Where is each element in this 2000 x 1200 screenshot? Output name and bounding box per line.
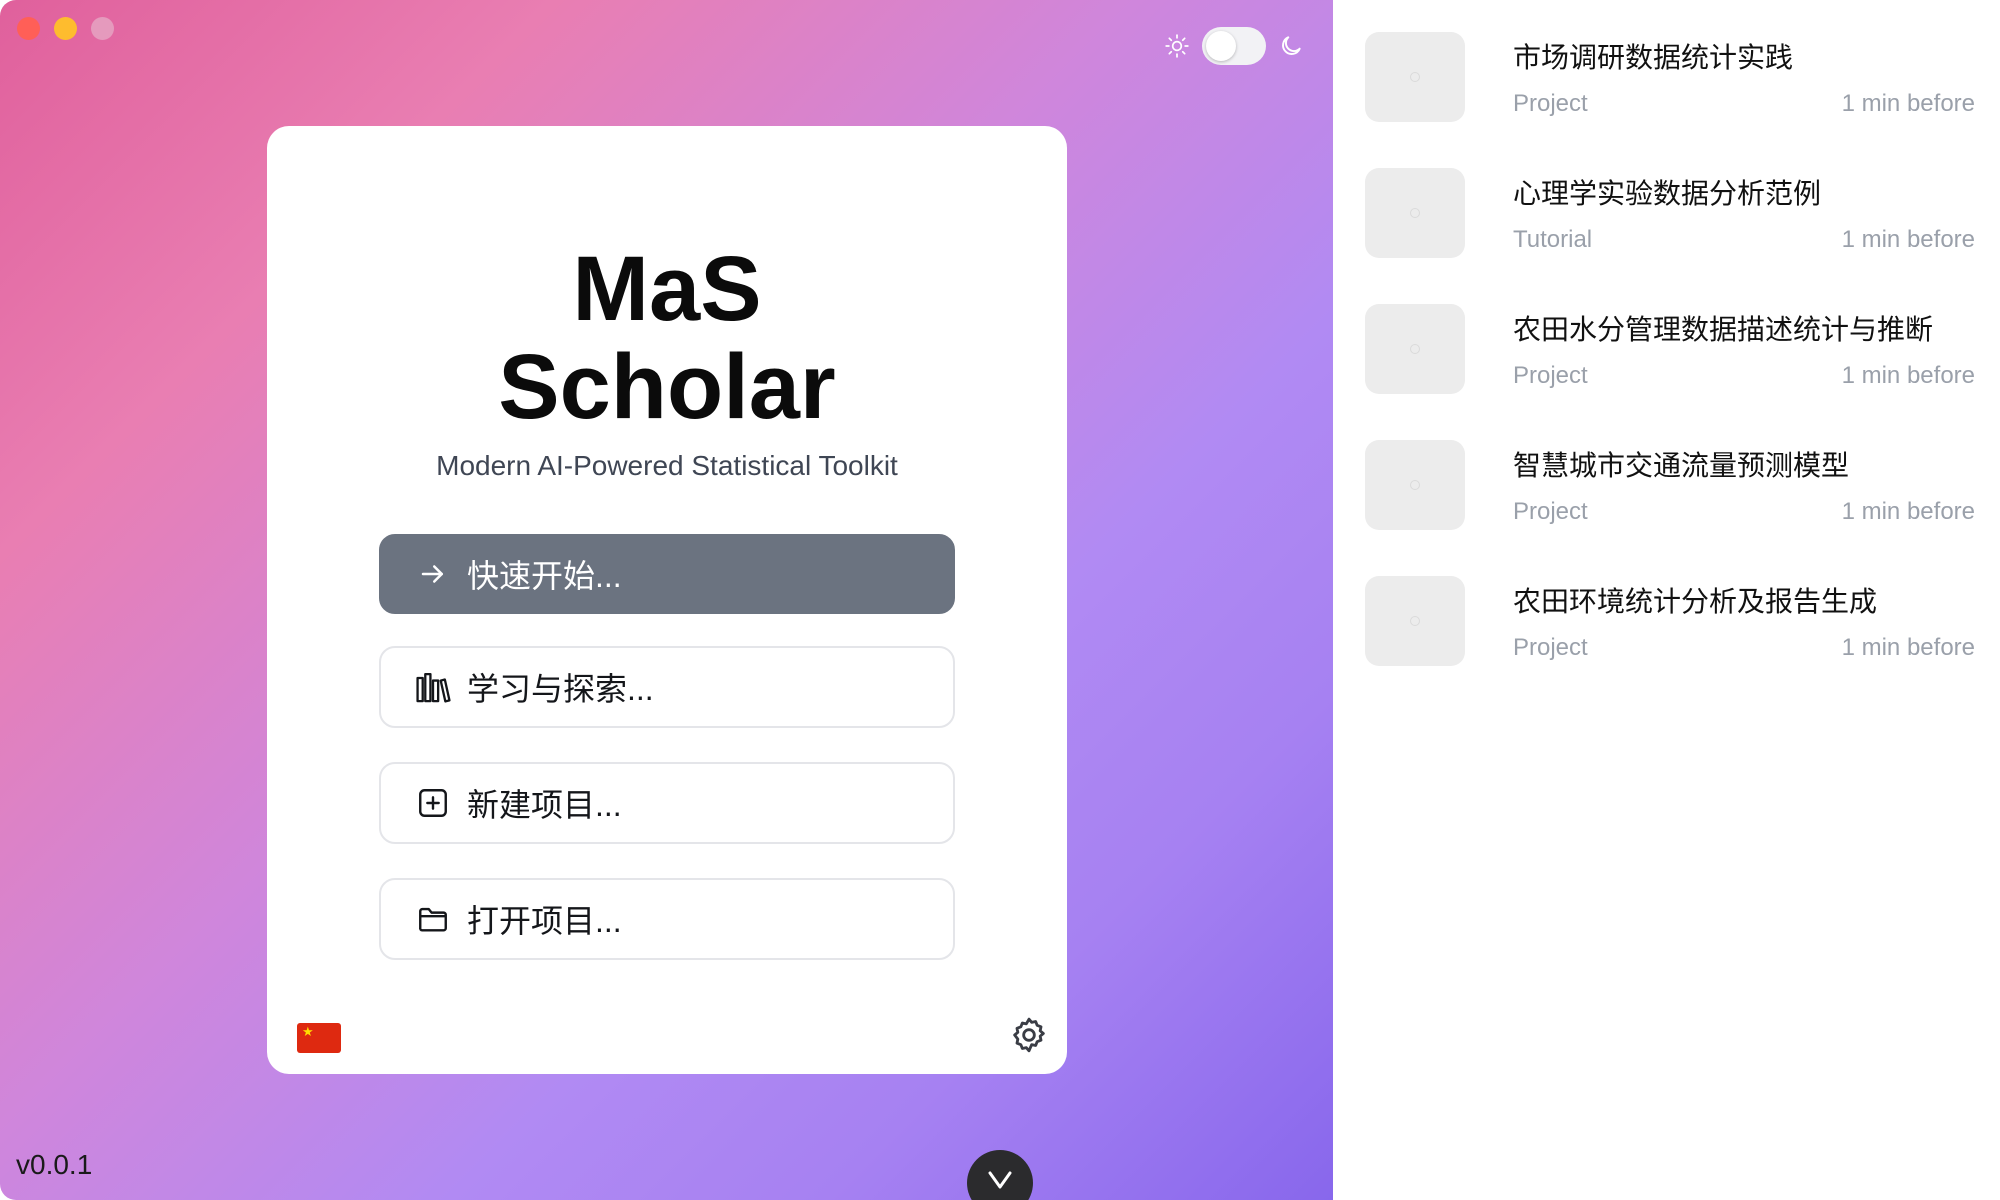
moon-icon [1276, 31, 1306, 61]
gear-icon[interactable] [1009, 1015, 1049, 1055]
new-project-button[interactable]: 新建项目... [379, 762, 955, 844]
project-thumbnail [1365, 576, 1465, 666]
learn-explore-button[interactable]: 学习与探索... [379, 646, 955, 728]
folder-icon [415, 901, 451, 937]
open-project-label: 打开项目... [467, 903, 622, 939]
theme-toggle [1162, 27, 1306, 65]
maximize-window-button[interactable] [91, 17, 114, 40]
minimize-window-button[interactable] [54, 17, 77, 40]
app-title-line1: MaS [572, 238, 762, 340]
open-project-button[interactable]: 打开项目... [379, 878, 955, 960]
recent-item[interactable]: 心理学实验数据分析范例 Tutorial 1 min before [1365, 168, 1975, 258]
recent-item-title: 市场调研数据统计实践 [1513, 42, 1794, 73]
app-subtitle: Modern AI-Powered Statistical Toolkit [436, 450, 898, 481]
recent-item-title: 农田水分管理数据描述统计与推断 [1513, 314, 1934, 345]
library-icon [415, 669, 451, 705]
recent-item-time: 1 min before [1841, 362, 1975, 389]
recent-item-title: 农田环境统计分析及报告生成 [1513, 586, 1878, 617]
app-title: MaS Scholar [267, 240, 1067, 436]
recent-item-time: 1 min before [1841, 498, 1975, 525]
close-window-button[interactable] [17, 17, 40, 40]
recent-item[interactable]: 农田水分管理数据描述统计与推断 Project 1 min before [1365, 304, 1975, 394]
cn-flag-icon[interactable]: ★ [297, 1023, 341, 1053]
recent-item[interactable]: 农田环境统计分析及报告生成 Project 1 min before [1365, 576, 1975, 666]
plus-square-icon [415, 785, 451, 821]
project-thumbnail [1365, 168, 1465, 258]
recent-item[interactable]: 智慧城市交通流量预测模型 Project 1 min before [1365, 440, 1975, 530]
project-thumbnail [1365, 32, 1465, 122]
theme-switch[interactable] [1202, 27, 1266, 65]
recent-item-time: 1 min before [1841, 634, 1975, 661]
recent-item-type: Project [1513, 362, 1588, 389]
quick-start-label: 快速开始... [467, 558, 622, 594]
app-version: v0.0.1 [16, 1149, 93, 1180]
recent-item-title: 智慧城市交通流量预测模型 [1513, 450, 1850, 481]
project-thumbnail [1365, 440, 1465, 530]
sun-icon [1162, 31, 1192, 61]
new-project-label: 新建项目... [467, 787, 622, 823]
recent-item-type: Project [1513, 90, 1588, 117]
scroll-down-button[interactable] [967, 1150, 1033, 1200]
recent-item-time: 1 min before [1841, 90, 1975, 117]
project-thumbnail [1365, 304, 1465, 394]
theme-switch-knob [1206, 31, 1236, 61]
recent-item-time: 1 min before [1841, 226, 1975, 253]
quick-start-button[interactable]: 快速开始... [379, 534, 955, 614]
arrow-right-icon [415, 556, 451, 592]
chevron-down-icon [985, 1168, 1015, 1197]
recent-projects-pane: 市场调研数据统计实践 Project 1 min before 心理学实验数据分… [1333, 0, 2000, 1200]
recent-item-type: Project [1513, 498, 1588, 525]
recent-item[interactable]: 市场调研数据统计实践 Project 1 min before [1365, 32, 1975, 122]
welcome-pane: MaS Scholar Modern AI-Powered Statistica… [0, 0, 1333, 1200]
recent-item-title: 心理学实验数据分析范例 [1513, 178, 1822, 209]
recent-item-type: Tutorial [1513, 226, 1593, 253]
learn-explore-label: 学习与探索... [467, 671, 654, 707]
welcome-card: MaS Scholar Modern AI-Powered Statistica… [267, 126, 1067, 1074]
app-title-line2: Scholar [498, 336, 836, 438]
window-controls [17, 17, 114, 40]
recent-item-type: Project [1513, 634, 1588, 661]
